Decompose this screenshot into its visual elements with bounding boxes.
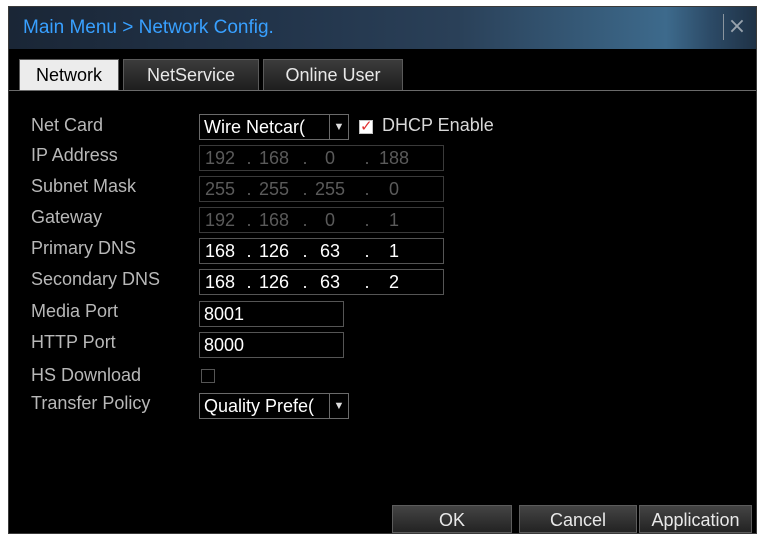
secondary-dns-octet-3[interactable]: 63 [312, 270, 348, 294]
primary-dns-octet-2[interactable]: 126 [256, 239, 292, 263]
title-bar: Main Menu > Network Config. × [9, 7, 756, 49]
gateway-octet-2: 168 [258, 210, 290, 230]
octet-separator: . [302, 241, 308, 261]
transfer-policy-label: Transfer Policy [31, 393, 151, 413]
primary-dns-field[interactable]: 168 . 126 . 63 . 1 [199, 238, 444, 264]
octet-separator: . [246, 241, 252, 261]
cancel-button[interactable]: Cancel [519, 505, 637, 533]
media-port-input[interactable]: 8001 [199, 301, 344, 327]
octet-separator: . [364, 241, 370, 261]
ip-octet-2: 168 [258, 148, 290, 168]
secondary-dns-octet-4[interactable]: 2 [376, 270, 412, 294]
subnet-octet-3: 255 [314, 179, 346, 199]
http-port-input[interactable]: 8000 [199, 332, 344, 358]
subnet-octet-4: 0 [388, 179, 399, 199]
ip-octet-4: 188 [378, 148, 410, 168]
octet-separator: . [302, 148, 308, 168]
hs-download-checkbox[interactable] [201, 369, 215, 383]
ip-address-field: 192 . 168 . 0 . 188 [199, 145, 444, 171]
tab-strip: Network NetService Online User [9, 59, 756, 91]
net-card-value: Wire Netcar( [204, 117, 306, 137]
window-title: Main Menu > Network Config. [23, 17, 274, 38]
octet-separator: . [364, 210, 370, 230]
secondary-dns-octet-2[interactable]: 126 [256, 270, 292, 294]
media-port-label: Media Port [31, 301, 119, 321]
subnet-octet-2: 255 [258, 179, 290, 199]
gateway-octet-3: 0 [324, 210, 335, 230]
net-card-dropdown[interactable]: Wire Netcar( ▼ [199, 114, 349, 140]
close-icon[interactable]: × [723, 14, 750, 40]
hs-download-label: HS Download [31, 365, 142, 385]
tab-netservice[interactable]: NetService [123, 59, 259, 90]
dhcp-enable-label: DHCP Enable [382, 115, 494, 135]
network-config-window: Main Menu > Network Config. × Network Ne… [8, 6, 757, 534]
secondary-dns-octet-1[interactable]: 168 [202, 270, 238, 294]
primary-dns-octet-3[interactable]: 63 [312, 239, 348, 263]
secondary-dns-field[interactable]: 168 . 126 . 63 . 2 [199, 269, 444, 295]
octet-separator: . [364, 179, 370, 199]
gateway-label: Gateway [31, 207, 103, 227]
primary-dns-octet-1[interactable]: 168 [202, 239, 238, 263]
gateway-field: 192 . 168 . 0 . 1 [199, 207, 444, 233]
octet-separator: . [246, 179, 252, 199]
chevron-down-icon: ▼ [329, 115, 348, 139]
gateway-octet-1: 192 [204, 210, 236, 230]
primary-dns-octet-4[interactable]: 1 [376, 239, 412, 263]
octet-separator: . [246, 272, 252, 292]
ip-octet-1: 192 [204, 148, 236, 168]
subnet-mask-field: 255 . 255 . 255 . 0 [199, 176, 444, 202]
ip-address-label: IP Address [31, 145, 118, 165]
secondary-dns-label: Secondary DNS [31, 269, 161, 289]
net-card-label: Net Card [31, 115, 104, 135]
ip-octet-3: 0 [324, 148, 335, 168]
http-port-label: HTTP Port [31, 332, 116, 352]
gateway-octet-4: 1 [388, 210, 399, 230]
tab-network[interactable]: Network [19, 59, 119, 90]
octet-separator: . [302, 179, 308, 199]
ok-button[interactable]: OK [392, 505, 512, 533]
subnet-mask-label: Subnet Mask [31, 176, 137, 196]
octet-separator: . [302, 272, 308, 292]
subnet-octet-1: 255 [204, 179, 236, 199]
octet-separator: . [246, 148, 252, 168]
transfer-policy-dropdown[interactable]: Quality Prefe( ▼ [199, 393, 349, 419]
tab-online-user[interactable]: Online User [263, 59, 403, 90]
octet-separator: . [364, 148, 370, 168]
octet-separator: . [302, 210, 308, 230]
application-button[interactable]: Application [639, 505, 752, 533]
dhcp-enable-checkbox[interactable] [359, 117, 373, 135]
octet-separator: . [364, 272, 370, 292]
primary-dns-label: Primary DNS [31, 238, 137, 258]
transfer-policy-value: Quality Prefe( [204, 396, 315, 416]
octet-separator: . [246, 210, 252, 230]
chevron-down-icon: ▼ [329, 394, 348, 418]
